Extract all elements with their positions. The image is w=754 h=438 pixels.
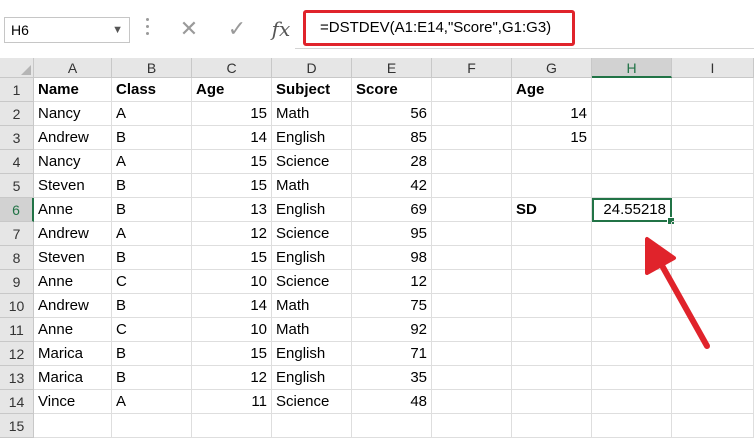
annotation-arrow	[645, 237, 710, 349]
